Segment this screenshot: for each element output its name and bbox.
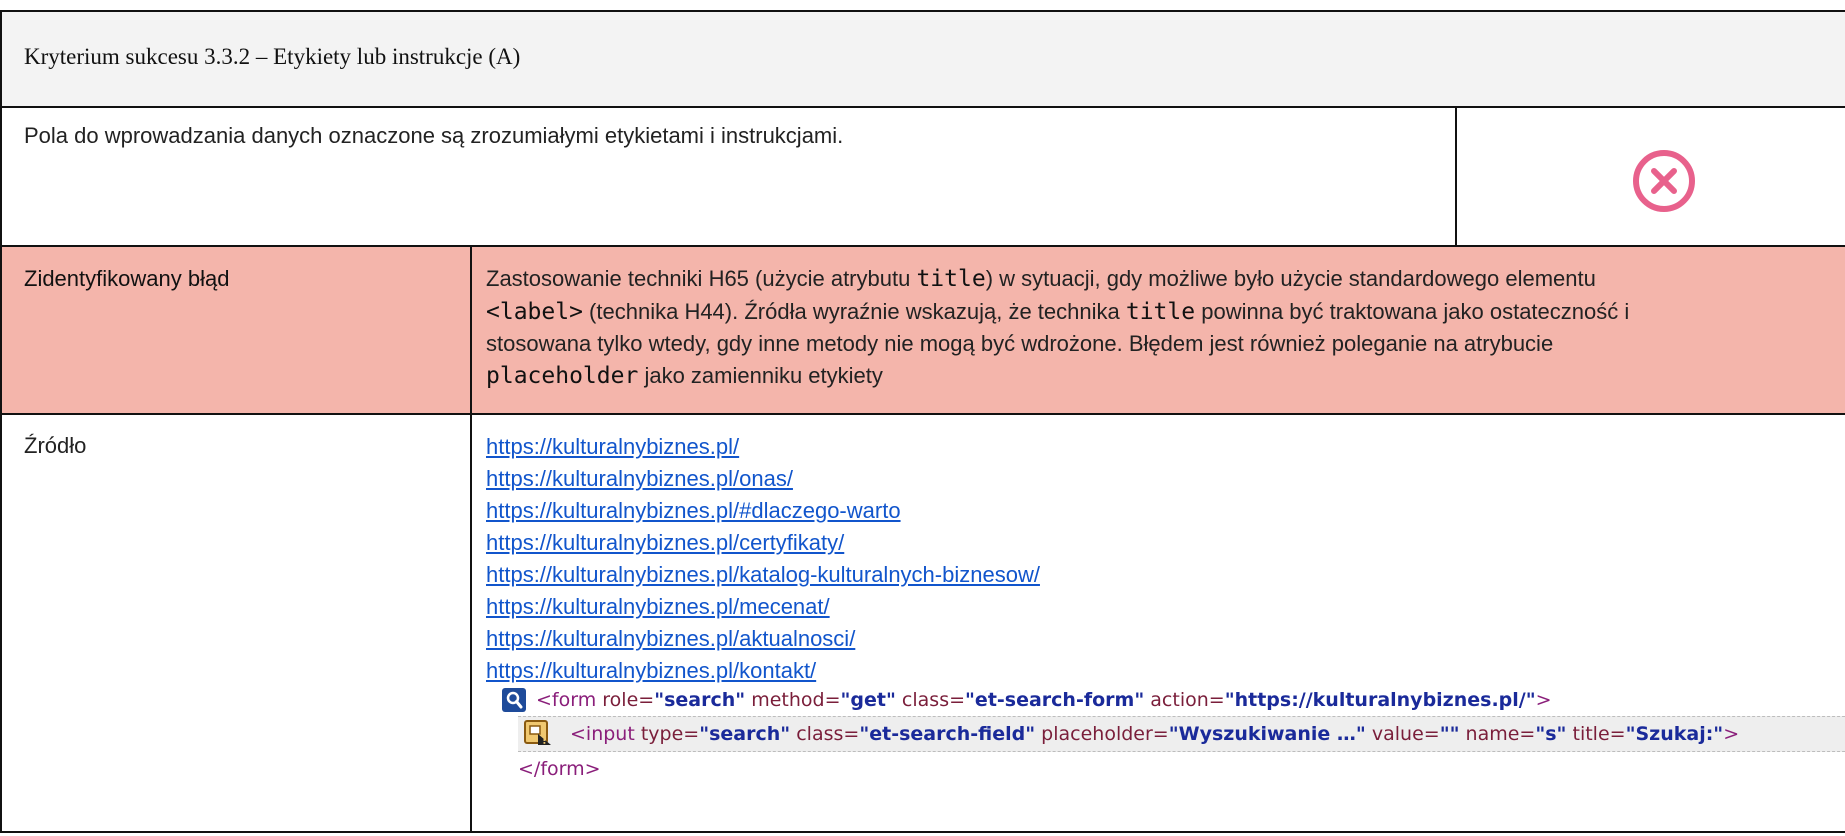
code-token: action= xyxy=(1144,689,1225,711)
code-token: "Wyszukiwanie …" xyxy=(1168,723,1366,745)
wcag-criterion-table: Kryterium sukcesu 3.3.2 – Etykiety lub i… xyxy=(0,0,1845,833)
code-token: "s" xyxy=(1535,723,1567,745)
technique-h44: H44 xyxy=(684,298,725,324)
emphasis-ostatecznosc: ostateczność xyxy=(1489,298,1619,324)
criterion-title-row: Kryterium sukcesu 3.3.2 – Etykiety lub i… xyxy=(0,10,1845,108)
code-token: </form> xyxy=(518,758,601,780)
code-label-element: <label> xyxy=(486,298,583,325)
search-element-icon xyxy=(502,688,526,712)
code-line-cutoff xyxy=(562,798,568,810)
error-text-segment: ). Źródła wyraźnie wskazują, że technika xyxy=(724,298,1126,324)
error-description-cell: Zastosowanie techniki H65 (użycie atrybu… xyxy=(470,245,1845,415)
error-text-segment: (technika xyxy=(582,298,685,324)
source-label-cell: Źródło xyxy=(0,413,472,833)
code-token: value= xyxy=(1365,723,1440,745)
source-link-mecenat[interactable]: https://kulturalnybiznes.pl/mecenat/ xyxy=(486,591,1040,623)
source-links: https://kulturalnybiznes.pl/ https://kul… xyxy=(486,431,1040,687)
code-token: "search" xyxy=(699,723,791,745)
criterion-title: Kryterium sukcesu 3.3.2 – Etykiety lub i… xyxy=(24,44,521,69)
source-link-aktualnosci[interactable]: https://kulturalnybiznes.pl/aktualnosci/ xyxy=(486,623,1040,655)
code-token: "" xyxy=(1439,723,1460,745)
code-screenshot: <form role="search" method="get" class="… xyxy=(502,686,1845,836)
code-token: "et-search-form" xyxy=(965,689,1145,711)
code-token: <form xyxy=(536,689,597,711)
input-warning-icon xyxy=(524,720,551,745)
source-link-home[interactable]: https://kulturalnybiznes.pl/ xyxy=(486,431,1040,463)
code-token: type= xyxy=(634,723,700,745)
source-content-cell: https://kulturalnybiznes.pl/ https://kul… xyxy=(470,413,1845,833)
source-link-dlaczego-warto[interactable]: https://kulturalnybiznes.pl/#dlaczego-wa… xyxy=(486,495,1040,527)
code-token: "get" xyxy=(840,689,896,711)
code-cutoff-text xyxy=(562,804,568,810)
error-text-segment: i xyxy=(1618,298,1630,324)
source-link-onas[interactable]: https://kulturalnybiznes.pl/onas/ xyxy=(486,463,1040,495)
code-token: "et-search-field" xyxy=(859,723,1036,745)
error-text-segment: (użycie atrybutu xyxy=(748,266,917,291)
code-token: role= xyxy=(596,689,655,711)
code-line-input: <input type="search" class="et-search-fi… xyxy=(518,716,1845,752)
status-cell xyxy=(1455,106,1845,247)
error-text-segment: ) w sytuacji, gdy możliwe było użycie st… xyxy=(985,266,1596,291)
error-text-segment: powinna być traktowana jako xyxy=(1195,298,1490,324)
error-label-cell: Zidentyfikowany błąd xyxy=(0,245,472,415)
code-token: title= xyxy=(1566,723,1626,745)
code-token: class= xyxy=(790,723,860,745)
code-title-attr: title xyxy=(1125,298,1196,325)
source-link-certyfikaty[interactable]: https://kulturalnybiznes.pl/certyfikaty/ xyxy=(486,527,1040,559)
code-token: "search" xyxy=(654,689,746,711)
technique-h65: H65 xyxy=(708,266,749,291)
code-token: name= xyxy=(1459,723,1536,745)
error-text-segment: Zastosowanie techniki xyxy=(486,266,709,291)
code-line-form-open: <form role="search" method="get" class="… xyxy=(536,683,1552,717)
code-title-attr: title xyxy=(916,266,986,292)
code-token: > xyxy=(1723,723,1740,745)
criterion-description: Pola do wprowadzania danych oznaczone są… xyxy=(24,123,844,148)
code-token: <input xyxy=(570,723,635,745)
code-line-form-close: </form> xyxy=(518,752,601,786)
error-label: Zidentyfikowany błąd xyxy=(24,266,230,291)
error-description: Zastosowanie techniki H65 (użycie atrybu… xyxy=(486,263,1845,392)
code-token: class= xyxy=(895,689,966,711)
source-label: Źródło xyxy=(24,433,87,458)
code-token: "https://kulturalnybiznes.pl/" xyxy=(1224,689,1536,711)
code-token: placeholder= xyxy=(1035,723,1169,745)
fail-x-circle-icon xyxy=(1633,150,1695,212)
code-token: "Szukaj:" xyxy=(1625,723,1724,745)
source-link-katalog[interactable]: https://kulturalnybiznes.pl/katalog-kult… xyxy=(486,559,1040,591)
code-placeholder-attr: placeholder xyxy=(486,362,639,389)
criterion-description-cell: Pola do wprowadzania danych oznaczone są… xyxy=(0,106,1457,247)
code-token: method= xyxy=(745,689,841,711)
code-token: > xyxy=(1535,689,1552,711)
error-text-segment: jako zamienniku etykiety xyxy=(638,362,883,388)
error-text-segment: stosowana tylko wtedy, gdy inne metody n… xyxy=(486,331,1554,356)
